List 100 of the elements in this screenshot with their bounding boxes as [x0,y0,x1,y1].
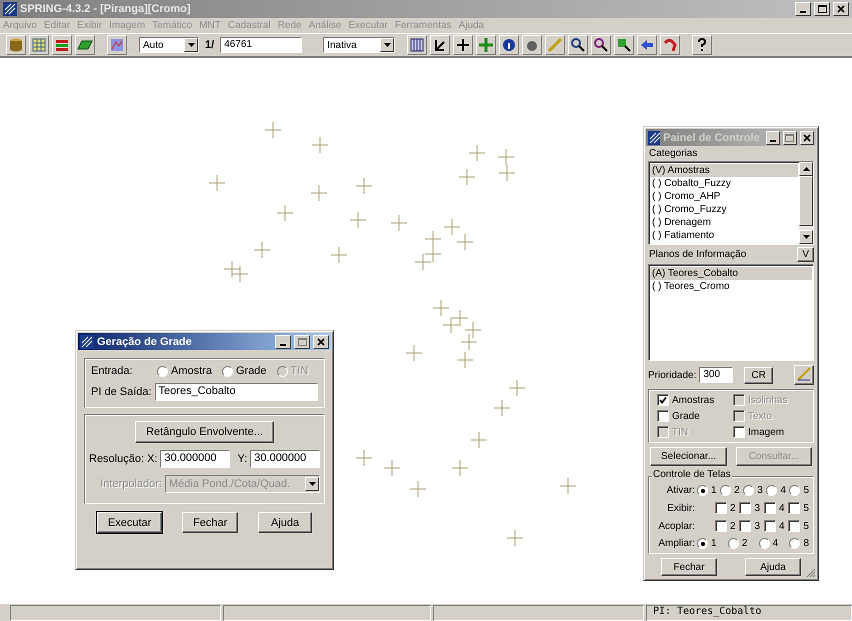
edit-button[interactable] [794,365,814,385]
cross-marker[interactable] [224,260,240,278]
panel-button[interactable]: Ajuda [745,558,801,576]
cross-marker[interactable] [508,380,526,396]
cross-marker[interactable] [470,432,488,448]
checkbox[interactable] [733,426,745,438]
toolbar-button[interactable] [660,35,680,55]
minimize-button[interactable] [795,2,811,16]
toolbar-button[interactable] [430,35,450,55]
toolbar-button[interactable] [453,35,474,55]
cross-marker[interactable] [330,246,348,264]
radio-button[interactable] [728,538,739,549]
toolbar-button[interactable] [75,35,95,55]
toolbar-button[interactable] [522,35,542,55]
checkbox[interactable] [657,394,669,406]
close-button[interactable] [833,2,849,16]
maximize-button[interactable] [814,2,830,16]
cross-marker[interactable] [464,322,482,338]
toolbar-button[interactable] [499,35,520,55]
panel-button[interactable]: Fechar [661,558,717,576]
priority-field[interactable]: 300 [699,367,734,383]
radio-button[interactable] [766,485,778,496]
list-item[interactable]: ( ) Teores_Cromo [650,280,812,293]
map-canvas[interactable] [0,57,852,604]
cross-marker[interactable] [424,230,442,248]
radio-button[interactable] [743,485,754,496]
dialog-button[interactable]: Fechar [182,512,238,533]
list-item[interactable]: ( ) Cromo_AHP [650,190,798,203]
select-button[interactable]: Selecionar... [650,447,728,466]
cross-marker[interactable] [458,168,476,186]
checkbox[interactable] [788,520,800,532]
cross-marker[interactable] [410,480,426,498]
checkbox[interactable] [715,520,727,532]
radio-button[interactable] [222,366,233,376]
toolbar-button[interactable] [637,35,658,55]
list-item[interactable]: (V) Amostras [650,164,798,177]
toolbar-button[interactable] [692,35,712,55]
toolbar-button[interactable] [52,35,72,55]
checkbox[interactable] [657,410,669,422]
scroll-up-icon[interactable] [802,167,810,171]
cross-marker[interactable] [310,184,328,202]
cross-marker[interactable] [390,214,408,232]
planes-list[interactable]: (A) Teores_Cobalto ( ) Teores_Cromo [648,264,814,361]
dialog-button[interactable]: Executar [96,512,162,533]
checkbox[interactable] [764,502,776,514]
cross-marker[interactable] [406,344,422,362]
checkbox[interactable] [739,520,752,532]
cross-marker[interactable] [276,204,294,222]
cross-marker[interactable] [264,122,282,138]
cross-marker[interactable] [232,266,248,282]
cr-button[interactable]: CR [744,366,773,384]
cross-marker[interactable] [498,148,514,166]
maximize-button[interactable] [294,334,310,348]
radio-button[interactable] [758,538,770,549]
cross-marker[interactable] [468,144,486,162]
checkbox[interactable] [739,502,752,514]
cross-marker[interactable] [456,234,474,250]
bounds-button[interactable]: Retângulo Envolvente... [135,421,274,443]
cross-marker[interactable] [456,352,474,368]
cross-marker[interactable] [452,460,468,476]
cross-marker[interactable] [498,164,516,182]
checkbox[interactable] [788,502,800,514]
toolbar-button[interactable] [614,35,634,55]
toolbar-button[interactable] [407,35,428,55]
cross-marker[interactable] [432,300,450,316]
list-item[interactable]: ( ) Drenagem [650,216,798,229]
list-item[interactable]: ( ) Fatiamento [650,229,798,242]
cross-marker[interactable] [442,316,460,334]
list-item[interactable]: ( ) Cobalto_Fuzzy [650,177,798,190]
cross-marker[interactable] [384,460,400,476]
cross-marker[interactable] [414,254,432,270]
checkbox[interactable] [764,520,776,532]
close-button[interactable] [800,130,814,144]
list-item[interactable]: ( ) Cromo_Fuzzy [650,203,798,216]
toolbar-button[interactable] [591,35,612,55]
cross-marker[interactable] [506,530,524,546]
planes-button[interactable]: V [797,247,814,262]
checkbox[interactable] [715,502,727,514]
cross-marker[interactable] [494,400,510,416]
toolbar-button[interactable] [29,35,49,55]
cross-marker[interactable] [356,178,372,194]
y-field[interactable]: 30.000000 [250,450,320,468]
resize-grip-icon[interactable] [806,568,816,578]
cross-marker[interactable] [424,246,442,262]
cross-marker[interactable] [350,212,366,228]
radio-button[interactable] [697,485,708,496]
minimize-button[interactable] [275,334,291,348]
close-button[interactable] [313,334,329,348]
maximize-button[interactable] [782,130,797,144]
radio-button[interactable] [157,366,168,376]
cross-marker[interactable] [356,450,372,466]
output-field[interactable]: Teores_Cobalto [154,383,318,401]
x-field[interactable]: 30.000000 [160,450,230,468]
dialog-button[interactable]: Ajuda [258,512,312,533]
radio-button[interactable] [720,485,732,496]
cross-marker[interactable] [560,478,576,494]
cross-marker[interactable] [254,242,270,258]
radio-button[interactable] [697,538,708,549]
page-field[interactable]: 46761 [220,37,302,53]
cross-marker[interactable] [312,136,328,154]
